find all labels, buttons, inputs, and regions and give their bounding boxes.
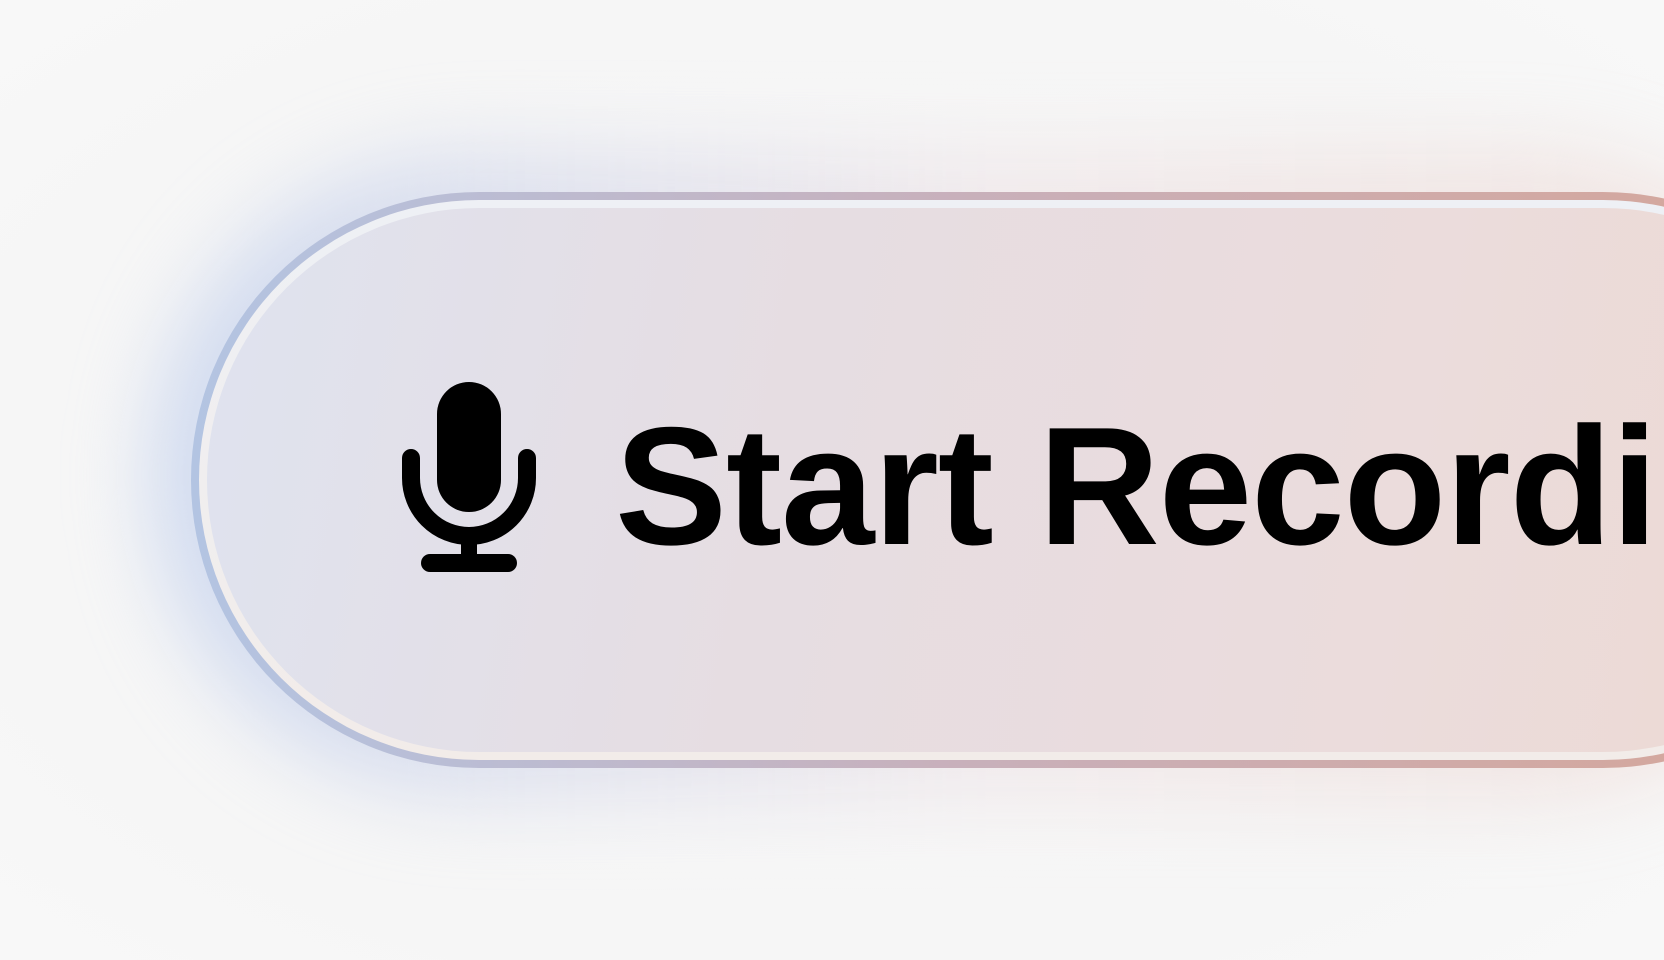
stage: Start Recording [0, 0, 1664, 960]
button-label: Start Recording [615, 392, 1664, 580]
start-recording-button[interactable]: Start Recording [191, 192, 1664, 768]
microphone-icon [402, 382, 536, 572]
button-inner-border: Start Recording [199, 200, 1664, 760]
button-face: Start Recording [207, 208, 1664, 752]
